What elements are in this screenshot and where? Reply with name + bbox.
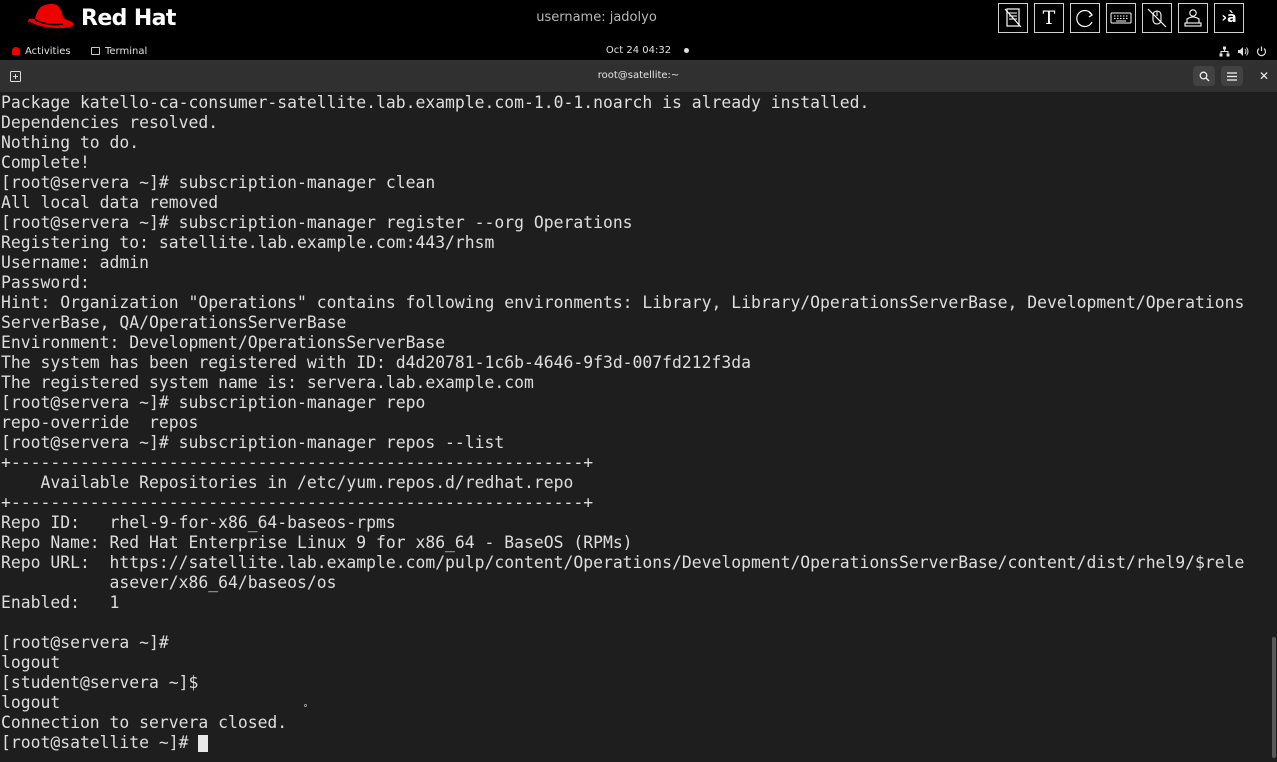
clock[interactable]: Oct 24 04:32 <box>0 42 1277 59</box>
scrollbar-thumb[interactable] <box>1272 637 1276 758</box>
red-hat-banner: Red Hat username: jadolyo T ›à <box>0 0 1277 42</box>
close-window-button[interactable]: ✕ <box>1255 66 1273 86</box>
terminal-line: [root@servera ~]# <box>1 633 179 652</box>
terminal-line: Repo ID: rhel-9-for-x86_64-baseos-rpms <box>1 513 396 532</box>
active-prompt-line[interactable]: [root@satellite ~]# <box>1 733 1244 753</box>
desktop-screen: Red Hat username: jadolyo T ›à Activitie… <box>0 0 1277 762</box>
terminal-line: Repo Name: Red Hat Enterprise Linux 9 fo… <box>1 533 633 552</box>
text-cursor <box>198 734 209 752</box>
text-icon: T <box>1042 7 1056 29</box>
power-icon <box>1256 46 1267 56</box>
terminal-line: Dependencies resolved. <box>1 113 219 132</box>
search-button[interactable] <box>1193 66 1215 86</box>
terminal-line: Package katello-ca-consumer-satellite.la… <box>1 93 870 112</box>
terminal-line: [root@servera ~]# subscription-manager r… <box>1 433 505 452</box>
shell-prompt: [root@satellite ~]# <box>1 733 199 752</box>
terminal-line: Environment: Development/OperationsServe… <box>1 333 446 352</box>
refresh-button[interactable] <box>1070 3 1100 33</box>
refresh-icon <box>1076 9 1093 28</box>
terminal-line: asever/x86_64/baseos/os <box>1 573 337 592</box>
command-prompt-icon: ›à <box>1221 10 1237 26</box>
terminal-line: +---------------------------------------… <box>1 453 594 472</box>
keyboard-button[interactable] <box>1106 3 1136 33</box>
window-title: root@satellite:~ <box>597 70 680 81</box>
terminal-line: All local data removed <box>1 193 219 212</box>
terminal-line: repo-override repos <box>1 413 199 432</box>
scrollbar[interactable] <box>1271 93 1277 762</box>
mouse-disabled-icon <box>1147 8 1167 28</box>
menu-button[interactable] <box>1221 66 1243 86</box>
terminal-line: Repo URL: https://satellite.lab.example.… <box>1 553 1245 572</box>
volume-icon <box>1238 46 1249 56</box>
terminal-line: [root@servera ~]# subscription-manager r… <box>1 213 633 232</box>
network-icon <box>1219 46 1230 56</box>
hamburger-menu-icon <box>1227 71 1237 81</box>
gnome-top-bar: Activities Terminal Oct 24 04:32 <box>0 42 1277 60</box>
document-button[interactable] <box>998 3 1028 33</box>
terminal-header-bar: root@satellite:~ ✕ <box>0 60 1277 93</box>
terminal-line: The system has been registered with ID: … <box>1 353 751 372</box>
mouse-toggle-button[interactable] <box>1142 3 1172 33</box>
system-tray[interactable] <box>1219 44 1267 58</box>
terminal-output[interactable]: Package katello-ca-consumer-satellite.la… <box>0 93 1277 762</box>
terminal-line: Hint: Organization "Operations" contains… <box>1 293 1245 312</box>
document-icon <box>1004 8 1022 28</box>
terminal-line: logout <box>1 693 61 712</box>
terminal-line: The registered system name is: servera.l… <box>1 373 534 392</box>
terminal-line: Password: <box>1 273 100 292</box>
terminal-line: +---------------------------------------… <box>1 493 594 512</box>
user-button[interactable] <box>1178 3 1208 33</box>
keyboard-icon <box>1110 12 1132 24</box>
close-icon: ✕ <box>1258 69 1270 83</box>
search-icon <box>1199 71 1209 81</box>
mouse-pointer-icon <box>304 704 307 707</box>
command-prompt-button[interactable]: ›à <box>1214 3 1244 33</box>
terminal-text: Package katello-ca-consumer-satellite.la… <box>1 93 1244 753</box>
terminal-line: Available Repositories in /etc/yum.repos… <box>1 473 574 492</box>
terminal-line: Complete! <box>1 153 90 172</box>
notification-dot-icon <box>684 48 689 53</box>
terminal-line: [root@servera ~]# subscription-manager r… <box>1 393 426 412</box>
text-button[interactable]: T <box>1034 3 1064 33</box>
terminal-line: Enabled: 1 <box>1 593 120 612</box>
terminal-line: Connection to servera closed. <box>1 713 288 732</box>
terminal-line: Nothing to do. <box>1 133 140 152</box>
terminal-line: Username: admin <box>1 253 150 272</box>
user-at-laptop-icon <box>1184 9 1202 27</box>
terminal-line: ServerBase, QA/OperationsServerBase <box>1 313 347 332</box>
terminal-line: Registering to: satellite.lab.example.co… <box>1 233 495 252</box>
terminal-line: [student@servera ~]$ <box>1 673 209 692</box>
terminal-line: logout <box>1 653 61 672</box>
terminal-line: [root@servera ~]# subscription-manager c… <box>1 173 436 192</box>
